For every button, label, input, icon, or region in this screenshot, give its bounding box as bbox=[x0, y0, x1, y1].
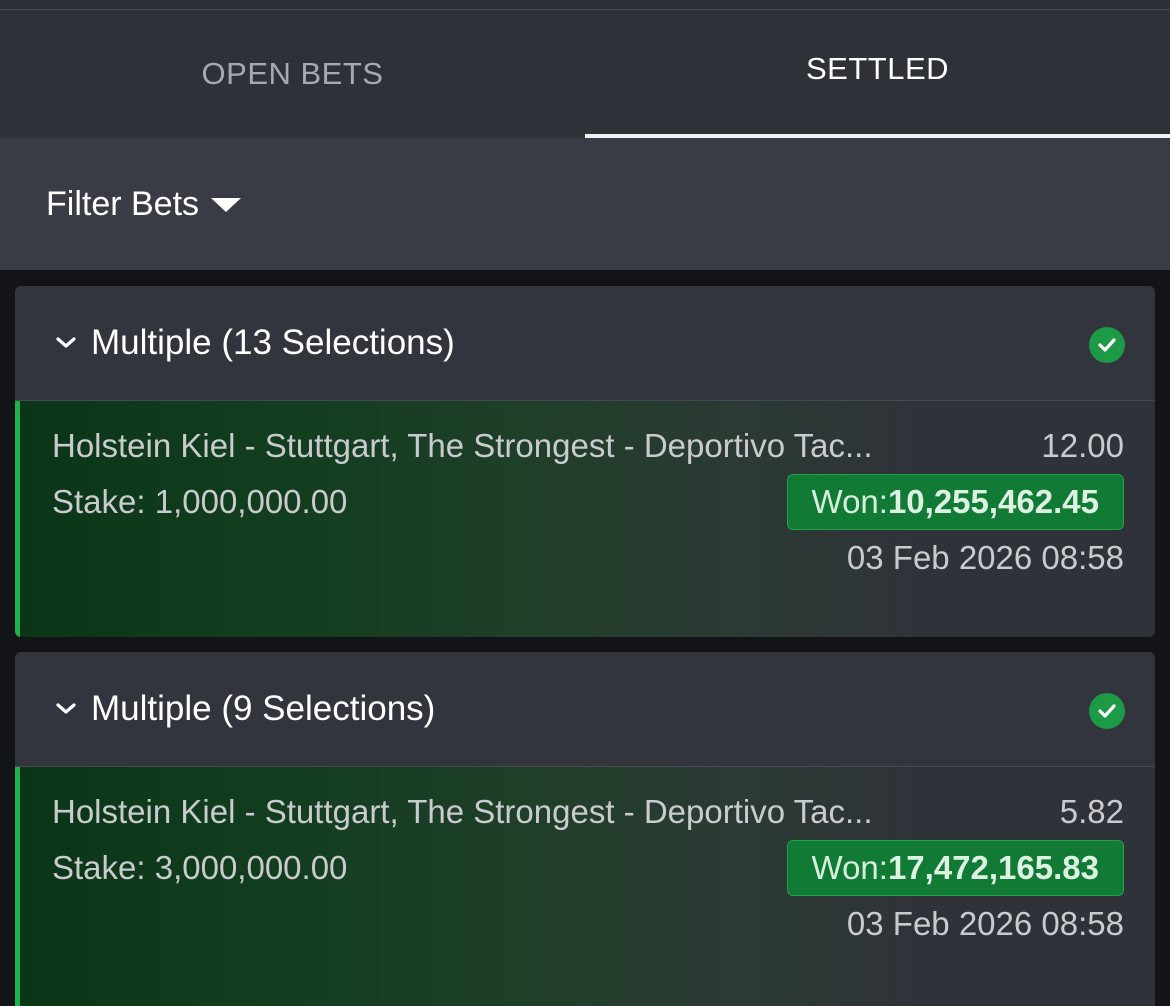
won-badge: Won: 17,472,165.83 bbox=[786, 840, 1124, 896]
bet-card-header[interactable]: Multiple (13 Selections) bbox=[15, 286, 1155, 401]
top-divider bbox=[0, 0, 1170, 10]
won-label: Won: bbox=[811, 483, 888, 520]
chevron-down-icon[interactable] bbox=[51, 694, 81, 724]
caret-down-icon bbox=[211, 198, 242, 212]
bet-card: Multiple (9 Selections) Holstein Kiel - … bbox=[15, 652, 1155, 1006]
bet-date: 03 Feb 2026 08:58 bbox=[846, 905, 1124, 942]
tab-open-bets[interactable]: OPEN BETS bbox=[0, 10, 585, 138]
bet-selections: Holstein Kiel - Stuttgart, The Strongest… bbox=[52, 793, 873, 830]
check-circle-icon bbox=[1089, 693, 1125, 729]
bet-card-body[interactable]: Holstein Kiel - Stuttgart, The Strongest… bbox=[15, 767, 1155, 1006]
bet-odds: 12.00 bbox=[1041, 427, 1124, 464]
bet-stake: Stake: 3,000,000.00 bbox=[52, 849, 348, 886]
filter-bar: Filter Bets bbox=[0, 138, 1170, 270]
bet-stake: Stake: 1,000,000.00 bbox=[52, 483, 348, 520]
check-circle-icon bbox=[1089, 327, 1125, 363]
bet-selections: Holstein Kiel - Stuttgart, The Strongest… bbox=[52, 427, 873, 464]
tab-settled[interactable]: SETTLED bbox=[585, 10, 1170, 138]
bet-card-header[interactable]: Multiple (9 Selections) bbox=[15, 652, 1155, 767]
won-amount: 17,472,165.83 bbox=[887, 849, 1099, 886]
bet-card-body[interactable]: Holstein Kiel - Stuttgart, The Strongest… bbox=[15, 401, 1155, 637]
bet-tabs: OPEN BETS SETTLED bbox=[0, 10, 1170, 138]
filter-bets-button[interactable]: Filter Bets bbox=[46, 184, 242, 224]
bet-history-screen: OPEN BETS SETTLED Filter Bets Multiple (… bbox=[0, 0, 1170, 1006]
chevron-down-icon[interactable] bbox=[51, 328, 81, 358]
bet-type-title: Multiple (9 Selections) bbox=[91, 689, 436, 728]
bet-type-title: Multiple (13 Selections) bbox=[91, 323, 455, 362]
won-label: Won: bbox=[811, 849, 888, 886]
won-badge: Won: 10,255,462.45 bbox=[786, 474, 1124, 530]
won-amount: 10,255,462.45 bbox=[887, 483, 1099, 520]
bet-date: 03 Feb 2026 08:58 bbox=[846, 539, 1124, 576]
filter-bets-label: Filter Bets bbox=[46, 184, 200, 223]
bet-odds: 5.82 bbox=[1059, 793, 1124, 830]
bet-card: Multiple (13 Selections) Holstein Kiel -… bbox=[15, 286, 1155, 637]
